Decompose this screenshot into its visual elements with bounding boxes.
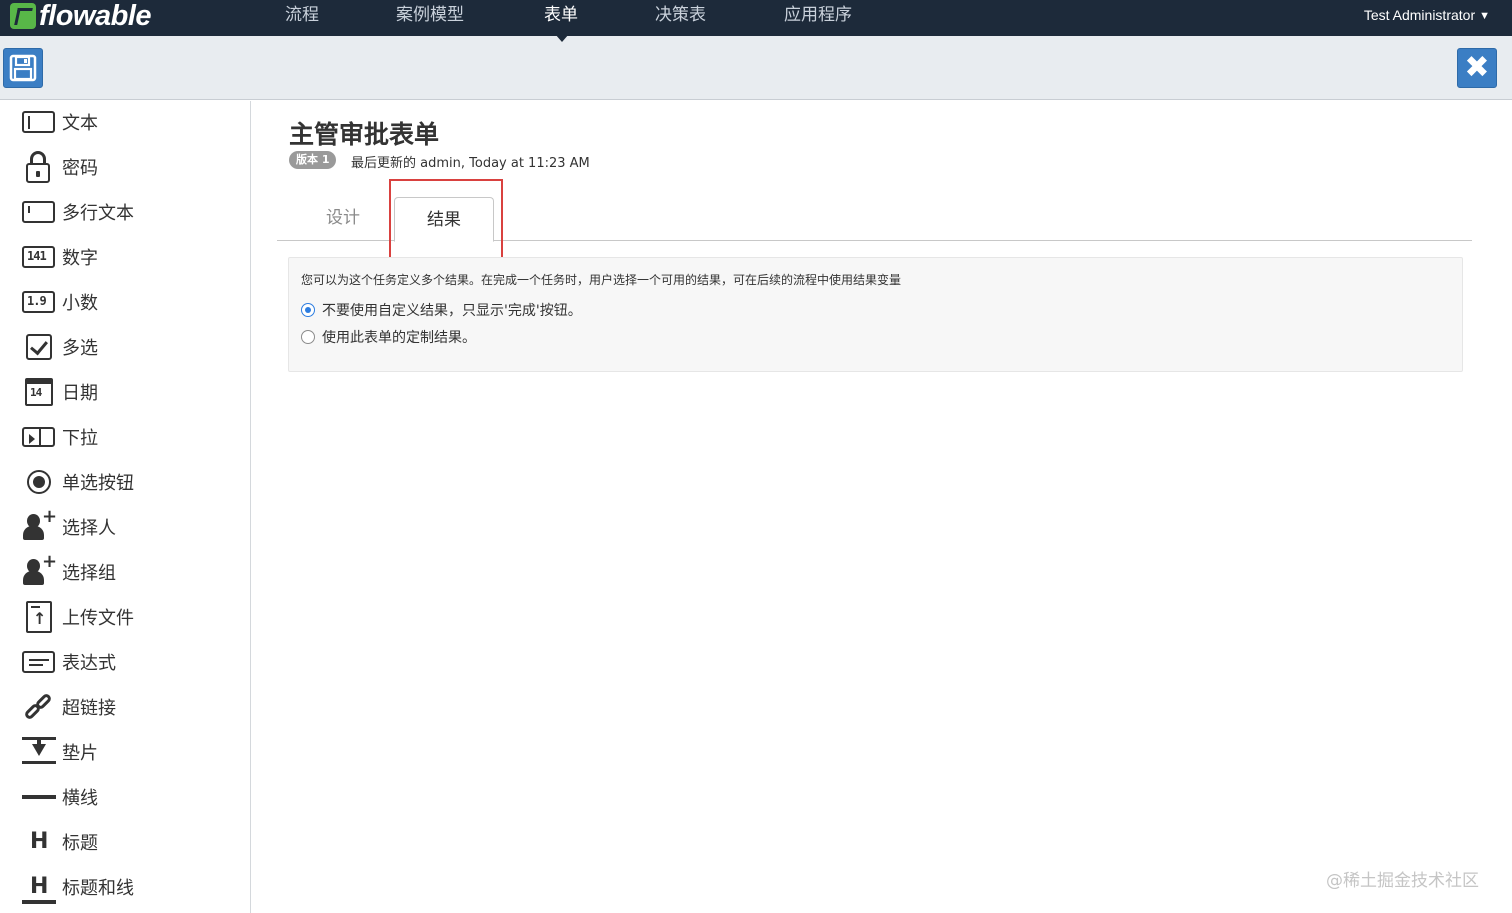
nav-forms[interactable]: 表单 — [544, 0, 578, 32]
page-title: 主管审批表单 — [289, 120, 440, 149]
palette-item-radio-buttons[interactable]: 单选按钮 — [22, 465, 134, 499]
radio-option-custom-outcomes[interactable]: 使用此表单的定制结果。 — [301, 327, 476, 347]
palette-item-horizontal-line[interactable]: 横线 — [22, 780, 98, 814]
close-button[interactable]: ✖ — [1457, 48, 1497, 88]
palette-item-headline-with-line[interactable]: H 标题和线 — [22, 870, 134, 904]
palette-item-dropdown[interactable]: 下拉 — [22, 420, 98, 454]
version-badge: 版本 1 — [289, 151, 337, 169]
radio-label: 不要使用自定义结果，只显示'完成'按钮。 — [322, 303, 582, 319]
palette-item-group[interactable]: + 选择组 — [22, 551, 116, 589]
nav-decision-tables[interactable]: 决策表 — [655, 0, 706, 32]
palette-item-label: 小数 — [62, 293, 98, 314]
palette-item-label: 多选 — [62, 338, 98, 359]
chevron-down-icon: ▼ — [1479, 10, 1490, 22]
outcomes-description: 您可以为这个任务定义多个结果。在完成一个任务时，用户选择一个可用的结果，可在后续… — [301, 273, 902, 287]
outcomes-panel: 您可以为这个任务定义多个结果。在完成一个任务时，用户选择一个可用的结果，可在后续… — [288, 257, 1463, 372]
number-icon: 141 — [22, 246, 55, 268]
lock-icon — [26, 151, 50, 183]
palette-item-number[interactable]: 141 数字 — [22, 240, 98, 274]
palette-item-label: 标题 — [62, 833, 98, 854]
editor-tabs: 设计 结果 — [277, 196, 1472, 242]
palette-item-label: 横线 — [62, 788, 98, 809]
palette-item-label: 上传文件 — [62, 608, 134, 629]
calendar-icon: 14 — [25, 378, 53, 406]
text-field-icon — [22, 111, 55, 133]
palette-item-upload[interactable]: 上传文件 — [22, 600, 134, 634]
save-icon — [9, 54, 37, 82]
textarea-icon — [22, 201, 55, 223]
active-nav-caret — [555, 34, 569, 42]
palette-item-label: 超链接 — [62, 698, 116, 719]
radio-option-default-outcome[interactable]: 不要使用自定义结果，只显示'完成'按钮。 — [301, 300, 582, 320]
nav-case-model[interactable]: 案例模型 — [396, 0, 464, 32]
heading-line-icon: H — [22, 872, 56, 904]
user-menu[interactable]: Test Administrator ▼ — [1364, 0, 1490, 32]
nav-apps[interactable]: 应用程序 — [784, 0, 852, 32]
palette-item-date[interactable]: 14 日期 — [22, 375, 98, 409]
palette-item-label: 日期 — [62, 383, 98, 404]
palette-item-people[interactable]: + 选择人 — [22, 506, 116, 544]
checkbox-icon — [26, 334, 52, 360]
palette-item-label: 表达式 — [62, 653, 116, 674]
palette-item-label: 下拉 — [62, 428, 98, 449]
upload-file-icon — [26, 601, 52, 633]
palette-item-label: 文本 — [62, 113, 98, 134]
watermark: @稀土掘金技术社区 — [1326, 871, 1479, 891]
heading-icon: H — [30, 829, 49, 854]
form-editor-main: 主管审批表单 版本 1 最后更新的 admin, Today at 11:23 … — [252, 101, 1512, 913]
last-updated-text: 最后更新的 admin, Today at 11:23 AM — [351, 156, 590, 171]
palette-item-label: 数字 — [62, 248, 98, 269]
palette-item-label: 多行文本 — [62, 203, 134, 224]
palette-item-label: 标题和线 — [62, 878, 134, 899]
palette-item-password[interactable]: 密码 — [22, 150, 98, 184]
save-button[interactable] — [3, 48, 43, 88]
palette-item-hyperlink[interactable]: 超链接 — [22, 690, 116, 724]
close-icon: ✖ — [1464, 50, 1490, 85]
palette-item-label: 垫片 — [62, 743, 98, 764]
radio-button[interactable] — [301, 330, 315, 344]
palette-item-label: 选择人 — [62, 518, 116, 539]
tab-design[interactable]: 设计 — [302, 196, 384, 241]
palette-item-checkbox[interactable]: 多选 — [22, 330, 98, 364]
dropdown-icon — [22, 427, 55, 447]
link-icon — [22, 692, 56, 722]
user-name: Test Administrator — [1363, 7, 1476, 23]
palette-item-label: 密码 — [62, 158, 98, 179]
horizontal-line-icon — [22, 795, 56, 799]
field-palette: 文本 密码 多行文本 141 数字 1.9 小数 多选 14 日期 下拉 单选按… — [0, 101, 251, 913]
spacer-icon — [22, 737, 56, 767]
radio-button-checked[interactable] — [301, 303, 315, 317]
decimal-icon: 1.9 — [22, 291, 55, 313]
editor-toolbar: ✖ — [0, 36, 1512, 100]
expression-icon — [22, 651, 55, 673]
tab-outcomes[interactable]: 结果 — [394, 197, 494, 242]
palette-item-label: 单选按钮 — [62, 473, 134, 494]
add-group-icon: + — [22, 551, 57, 587]
palette-item-headline[interactable]: H 标题 — [22, 825, 98, 859]
nav-process[interactable]: 流程 — [285, 0, 319, 32]
logo-text: flowable — [39, 0, 152, 32]
palette-item-decimal[interactable]: 1.9 小数 — [22, 285, 98, 319]
radio-icon — [27, 470, 51, 494]
palette-item-expression[interactable]: 表达式 — [22, 645, 116, 679]
flowable-logo-icon — [10, 3, 36, 29]
palette-item-label: 选择组 — [62, 563, 116, 584]
palette-item-spacer[interactable]: 垫片 — [22, 735, 98, 769]
flowable-logo[interactable]: flowable — [10, 0, 152, 32]
palette-item-text[interactable]: 文本 — [22, 105, 98, 139]
palette-item-multiline-text[interactable]: 多行文本 — [22, 195, 134, 229]
add-person-icon: + — [22, 506, 57, 542]
radio-label: 使用此表单的定制结果。 — [322, 330, 476, 346]
top-navbar: flowable 流程 案例模型 表单 决策表 应用程序 Test Admini… — [0, 0, 1512, 36]
